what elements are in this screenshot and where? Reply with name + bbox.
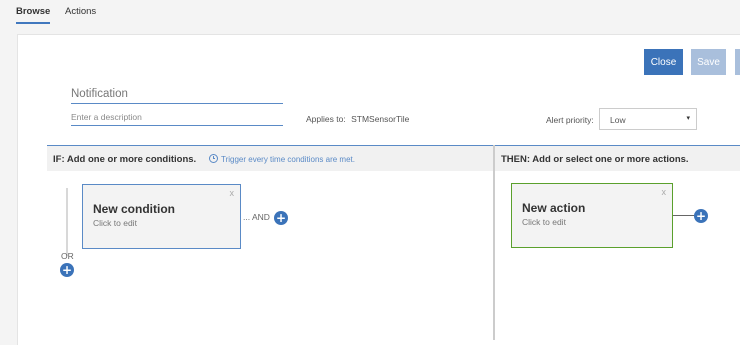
close-icon[interactable]: x: [662, 187, 667, 197]
add-action-button[interactable]: +: [694, 209, 708, 223]
rule-name-field[interactable]: Notification: [71, 88, 283, 104]
description-field[interactable]: Enter a description: [71, 112, 283, 126]
condition-card-subtitle: Click to edit: [93, 218, 137, 228]
tab-browse[interactable]: Browse: [16, 6, 51, 24]
and-label-text: AND: [251, 212, 270, 222]
action-card-title: New action: [522, 201, 586, 215]
close-icon[interactable]: x: [230, 188, 235, 198]
tab-bar: Browse Actions: [0, 0, 740, 32]
trigger-hint-text: Trigger every time conditions are met.: [221, 155, 355, 164]
tab-actions[interactable]: Actions: [65, 6, 96, 17]
chevron-down-icon: ▾: [686, 115, 690, 122]
alert-priority-value: Low: [610, 115, 626, 125]
applies-to: Applies to: STMSensorTile: [306, 114, 409, 124]
and-label: ... AND: [243, 212, 270, 222]
or-connector-line: [66, 188, 68, 256]
alert-priority-select[interactable]: Low ▾: [599, 108, 697, 130]
trigger-hint[interactable]: Trigger every time conditions are met.: [209, 154, 355, 164]
or-label: OR: [61, 251, 74, 261]
close-button[interactable]: Close: [644, 49, 683, 75]
new-condition-card[interactable]: x New condition Click to edit: [82, 184, 241, 249]
add-or-condition-button[interactable]: +: [60, 263, 74, 277]
clock-icon: [209, 154, 218, 163]
applies-to-value: STMSensorTile: [351, 114, 410, 124]
condition-card-title: New condition: [93, 202, 175, 216]
action-card-subtitle: Click to edit: [522, 217, 566, 227]
alert-priority-label: Alert priority:: [546, 115, 594, 125]
add-and-condition-button[interactable]: +: [274, 211, 288, 225]
actions-title: THEN: Add or select one or more actions.: [501, 154, 689, 165]
column-divider: [493, 145, 495, 340]
conditions-header: IF: Add one or more conditions. Trigger …: [47, 145, 494, 171]
overflow-button[interactable]: [735, 49, 740, 75]
conditions-title: IF: Add one or more conditions.: [53, 154, 197, 165]
applies-to-label: Applies to:: [306, 114, 346, 124]
save-button[interactable]: Save: [691, 49, 726, 75]
new-action-card[interactable]: x New action Click to edit: [511, 183, 673, 248]
action-connector-line: [673, 215, 695, 216]
actions-header: THEN: Add or select one or more actions.: [495, 145, 740, 171]
